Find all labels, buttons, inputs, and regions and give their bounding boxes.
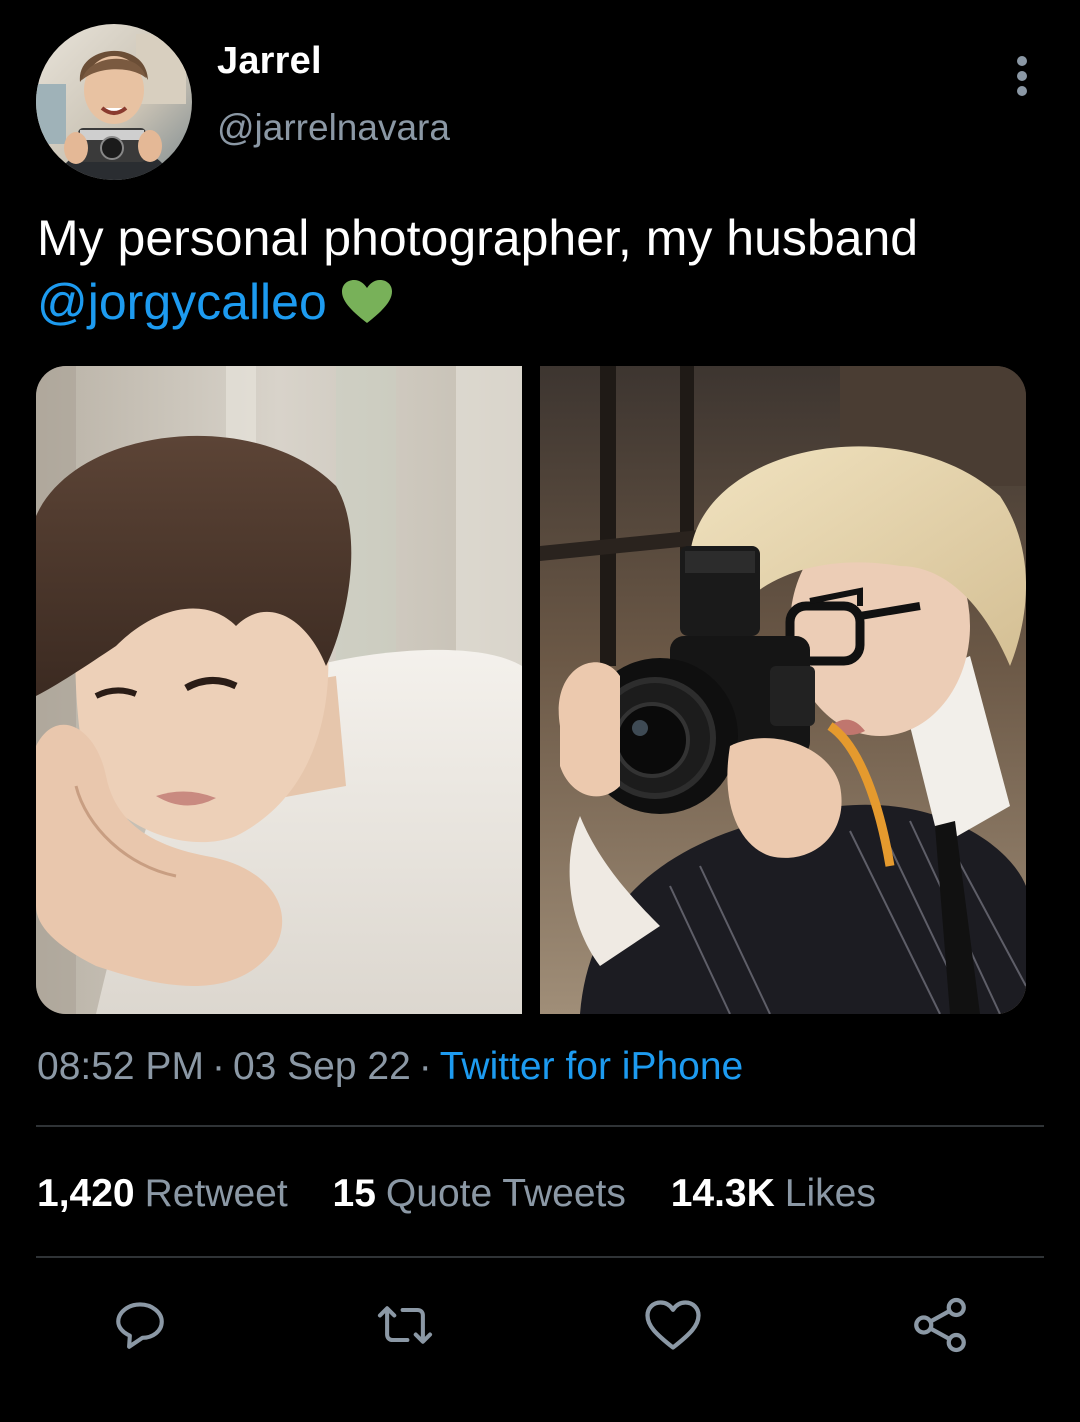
quote-tweets-label: Quote Tweets bbox=[385, 1172, 626, 1215]
tweet-text-line: My personal photographer, my husband bbox=[37, 210, 919, 266]
retweet-button[interactable] bbox=[370, 1292, 440, 1362]
mention-link[interactable]: @jorgycalleo bbox=[37, 274, 327, 330]
meta-separator: · bbox=[211, 1045, 225, 1088]
retweets-label: Retweet bbox=[144, 1172, 288, 1215]
photo-left[interactable] bbox=[36, 366, 522, 1014]
author-handle[interactable]: @jarrelnavara bbox=[217, 107, 450, 149]
meta-separator: · bbox=[418, 1045, 432, 1088]
share-button[interactable] bbox=[905, 1292, 975, 1362]
tweet-time: 08:52 PM bbox=[37, 1045, 204, 1088]
tweet-header: Jarrel @jarrelnavara bbox=[36, 24, 1044, 184]
tweet-date: 03 Sep 22 bbox=[232, 1045, 411, 1088]
reply-icon bbox=[111, 1296, 169, 1359]
more-dot bbox=[1017, 56, 1027, 66]
likes-count: 14.3K bbox=[670, 1172, 775, 1215]
tweet-action-bar bbox=[0, 1292, 1080, 1372]
more-dot bbox=[1017, 71, 1027, 81]
divider bbox=[36, 1256, 1044, 1258]
like-icon bbox=[643, 1297, 703, 1358]
tweet-stats: 1,420 Retweet 15 Quote Tweets 14.3K Likes bbox=[37, 1172, 910, 1216]
tweet-media[interactable] bbox=[36, 366, 1026, 1014]
tweet-source-link[interactable]: Twitter for iPhone bbox=[440, 1045, 743, 1088]
green-heart-emoji-icon bbox=[341, 276, 393, 340]
tweet-meta: 08:52 PM · 03 Sep 22 · Twitter for iPhone bbox=[37, 1045, 743, 1089]
photo-right[interactable] bbox=[540, 366, 1026, 1014]
quote-tweets-count: 15 bbox=[332, 1172, 376, 1215]
reply-button[interactable] bbox=[105, 1292, 175, 1362]
like-button[interactable] bbox=[638, 1292, 708, 1362]
retweets-stat[interactable]: 1,420 Retweet bbox=[37, 1172, 288, 1216]
retweet-icon bbox=[374, 1296, 436, 1359]
likes-label: Likes bbox=[784, 1172, 876, 1215]
divider bbox=[36, 1125, 1044, 1127]
author-avatar[interactable] bbox=[36, 24, 192, 180]
likes-stat[interactable]: 14.3K Likes bbox=[671, 1172, 876, 1216]
author-display-name[interactable]: Jarrel bbox=[217, 40, 322, 83]
share-icon bbox=[910, 1295, 970, 1360]
tweet-text: My personal photographer, my husband @jo… bbox=[37, 206, 1047, 340]
quote-tweets-stat[interactable]: 15 Quote Tweets bbox=[333, 1172, 626, 1216]
more-dot bbox=[1017, 86, 1027, 96]
more-options-icon[interactable] bbox=[1000, 54, 1044, 98]
retweets-count: 1,420 bbox=[37, 1172, 135, 1215]
